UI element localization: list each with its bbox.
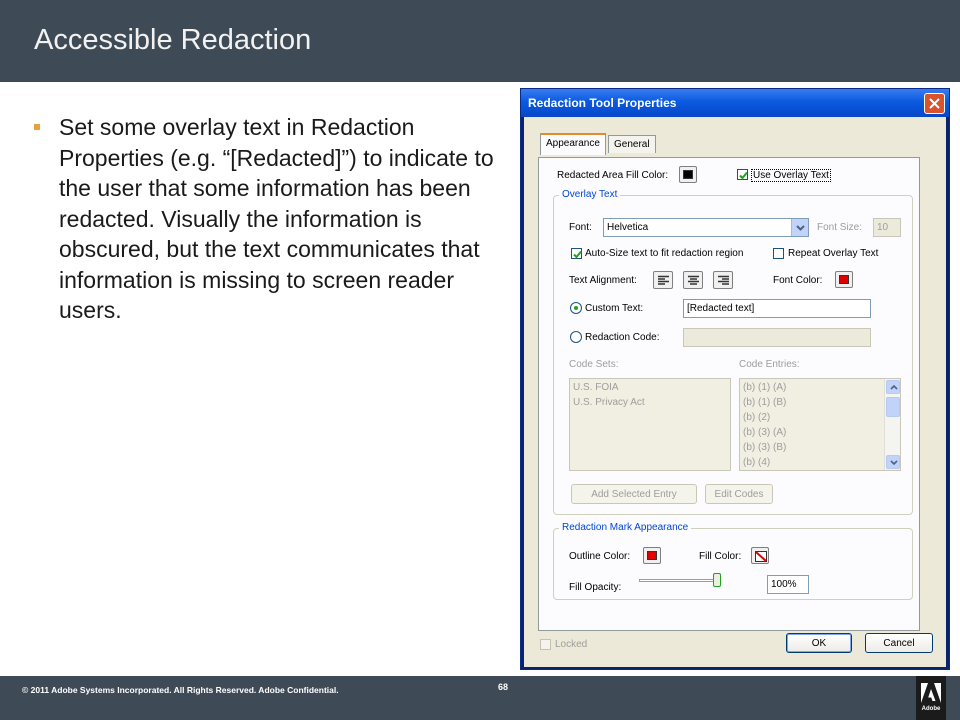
fill-opacity-slider[interactable]	[639, 579, 721, 582]
chevron-up-icon	[890, 385, 898, 390]
close-icon	[929, 98, 940, 109]
code-sets-label: Code Sets:	[569, 359, 619, 370]
redaction-code-field[interactable]	[683, 328, 871, 347]
align-left-button[interactable]	[653, 271, 673, 289]
code-entries-scrollbar[interactable]	[884, 379, 900, 470]
code-set-item[interactable]: U.S. FOIA	[573, 382, 619, 393]
tab-appearance[interactable]: Appearance	[540, 133, 606, 155]
text-alignment-label: Text Alignment:	[569, 275, 637, 286]
repeat-overlay-label: Repeat Overlay Text	[788, 248, 879, 259]
font-value: Helvetica	[607, 222, 649, 233]
redaction-code-radio[interactable]	[570, 331, 582, 343]
no-fill-icon	[755, 551, 767, 562]
add-selected-entry-button[interactable]: Add Selected Entry	[571, 484, 697, 504]
code-entry-item[interactable]: (b) (3) (A)	[743, 427, 786, 438]
slide-title: Accessible Redaction	[34, 24, 312, 56]
chevron-down-icon	[796, 225, 805, 231]
code-entry-item[interactable]: (b) (2)	[743, 412, 770, 423]
bullet-marker-icon	[34, 124, 40, 130]
code-entry-item[interactable]: (b) (1) (A)	[743, 382, 786, 393]
scroll-down-button[interactable]	[886, 455, 900, 469]
fill-opacity-label: Fill Opacity:	[569, 582, 622, 593]
ok-button[interactable]: OK	[786, 633, 852, 653]
fill-color-label: Redacted Area Fill Color:	[557, 170, 669, 181]
fill-color-chip	[683, 170, 693, 179]
font-dropdown[interactable]: Helvetica	[603, 218, 809, 237]
copyright-text: © 2011 Adobe Systems Incorporated. All R…	[22, 685, 339, 695]
redaction-properties-dialog: Redaction Tool Properties Appearance Gen…	[520, 88, 950, 670]
mark-fill-color-label: Fill Color:	[699, 551, 742, 562]
appearance-tab-page: Redacted Area Fill Color: Use Overlay Te…	[538, 157, 920, 631]
adobe-logo-icon	[921, 683, 941, 703]
outline-color-chip	[647, 551, 657, 560]
code-sets-list[interactable]: U.S. FOIA U.S. Privacy Act	[569, 378, 731, 471]
adobe-logo-text: Adobe	[921, 706, 941, 712]
align-right-icon	[718, 275, 729, 285]
font-dropdown-button[interactable]	[791, 219, 808, 236]
font-color-label: Font Color:	[773, 275, 823, 286]
cancel-button[interactable]: Cancel	[865, 633, 933, 653]
chevron-down-icon	[890, 460, 898, 465]
code-entry-item[interactable]: (b) (1) (B)	[743, 397, 786, 408]
custom-text-input[interactable]: [Redacted text]	[683, 299, 871, 318]
align-left-icon	[658, 275, 669, 285]
autosize-label: Auto-Size text to fit redaction region	[585, 248, 744, 259]
dialog-titlebar[interactable]: Redaction Tool Properties	[521, 89, 949, 117]
redaction-code-label: Redaction Code:	[585, 332, 660, 343]
use-overlay-label[interactable]: Use Overlay Text	[751, 169, 831, 182]
overlay-text-group-title: Overlay Text	[559, 189, 621, 200]
scroll-thumb[interactable]	[886, 397, 900, 417]
code-entry-item[interactable]: (b) (4)	[743, 457, 770, 468]
radio-selected-dot	[574, 306, 578, 310]
locked-label: Locked	[555, 639, 588, 650]
code-entries-list[interactable]: (b) (1) (A) (b) (1) (B) (b) (2) (b) (3) …	[739, 378, 901, 471]
dialog-body: Appearance General Redacted Area Fill Co…	[524, 117, 946, 667]
autosize-checkbox[interactable]	[571, 248, 582, 259]
font-color-chip	[839, 275, 849, 284]
custom-text-label: Custom Text:	[585, 303, 644, 314]
code-entries-label: Code Entries:	[739, 359, 800, 370]
adobe-logo: Adobe	[916, 676, 946, 720]
outline-color-label: Outline Color:	[569, 551, 631, 562]
mark-fill-color-swatch[interactable]	[751, 547, 769, 564]
checkmark-icon	[739, 171, 748, 180]
slide-header: Accessible Redaction	[0, 0, 960, 82]
font-label: Font:	[569, 222, 592, 233]
outline-color-swatch[interactable]	[643, 547, 661, 564]
scroll-up-button[interactable]	[886, 380, 900, 394]
use-overlay-checkbox[interactable]	[737, 169, 748, 180]
tab-general[interactable]: General	[608, 135, 656, 153]
checkmark-icon	[573, 250, 582, 259]
fill-opacity-input[interactable]: 100%	[767, 575, 809, 594]
font-size-field[interactable]: 10	[873, 218, 901, 237]
edit-codes-button[interactable]: Edit Codes	[705, 484, 773, 504]
font-size-label: Font Size:	[817, 222, 863, 233]
code-set-item[interactable]: U.S. Privacy Act	[573, 397, 645, 408]
repeat-overlay-checkbox[interactable]	[773, 248, 784, 259]
align-center-button[interactable]	[683, 271, 703, 289]
fill-color-swatch[interactable]	[679, 166, 697, 183]
code-entry-item[interactable]: (b) (3) (B)	[743, 442, 786, 453]
align-right-button[interactable]	[713, 271, 733, 289]
bullet-text: Set some overlay text in Redaction Prope…	[59, 114, 494, 323]
close-button[interactable]	[924, 93, 945, 114]
fill-opacity-thumb[interactable]	[713, 573, 721, 587]
dialog-title: Redaction Tool Properties	[528, 96, 677, 110]
slide-footer: © 2011 Adobe Systems Incorporated. All R…	[0, 676, 960, 720]
mark-appearance-group-title: Redaction Mark Appearance	[559, 522, 692, 533]
custom-text-radio[interactable]	[570, 302, 582, 314]
page-number: 68	[498, 682, 509, 692]
locked-checkbox[interactable]	[540, 639, 551, 650]
align-center-icon	[688, 275, 699, 285]
font-color-swatch[interactable]	[835, 271, 853, 288]
